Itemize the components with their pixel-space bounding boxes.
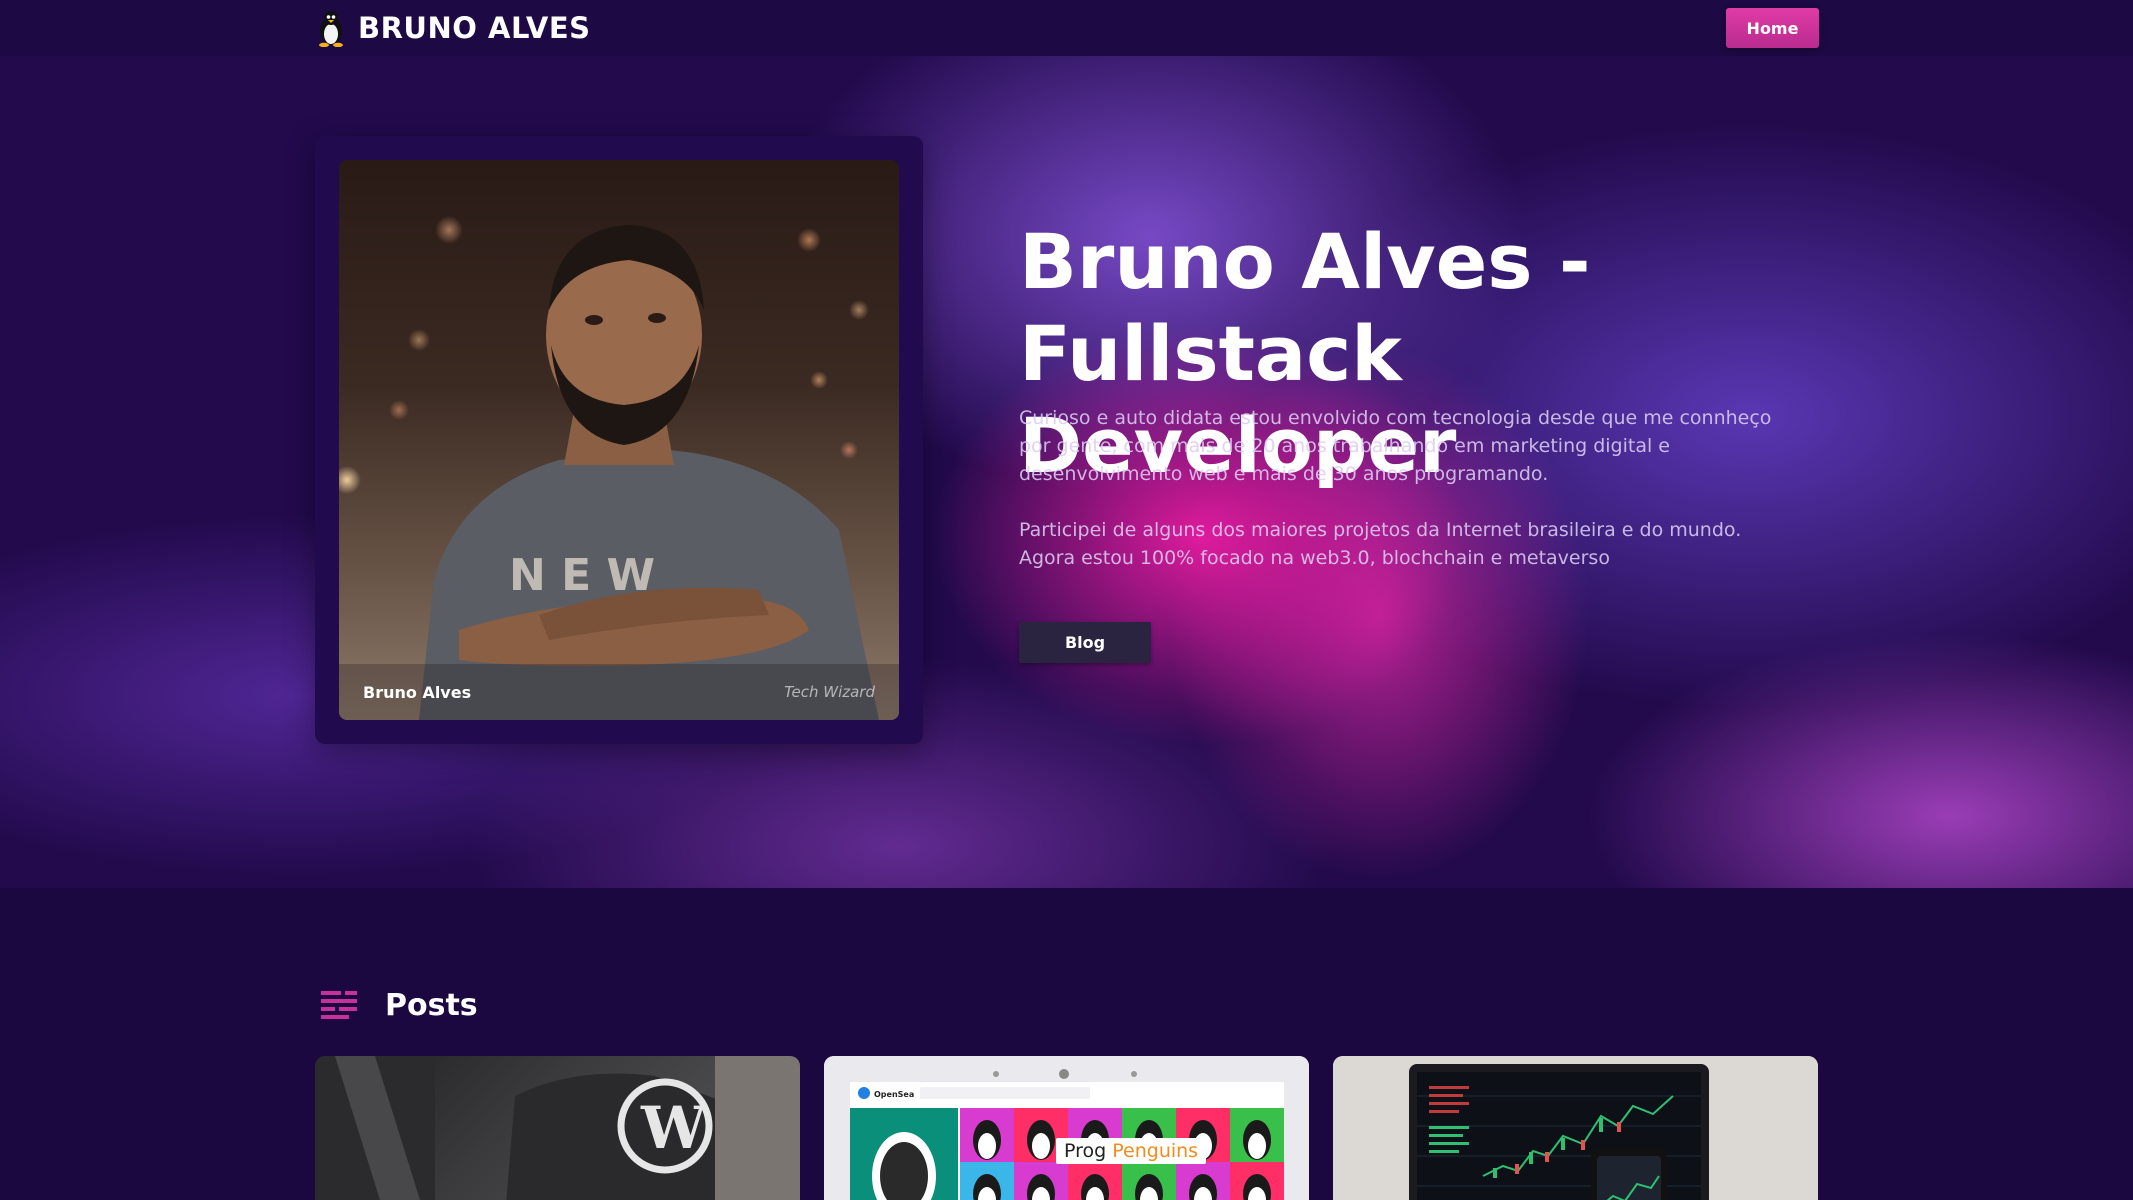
profile-role: Tech Wizard (784, 683, 875, 701)
penguin-icon (319, 11, 343, 47)
brand-link[interactable]: BRUNO ALVES (314, 8, 591, 48)
penguins-text: Penguins (1112, 1140, 1199, 1162)
person-illustration: N E W (419, 225, 879, 720)
profile-photo: N E W Bruno Alves Tech Wizard (339, 160, 899, 720)
post-card-trading[interactable] (1333, 1056, 1818, 1200)
svg-text:N E W: N E W (509, 550, 655, 601)
opensea-prog-penguins-thumbnail: OpenSea (824, 1056, 1309, 1200)
hero-focus-paragraph: Participei de alguns dos maiores projeto… (1019, 519, 1742, 569)
prog-text: Prog (1064, 1140, 1107, 1162)
home-button[interactable]: Home (1726, 8, 1819, 48)
hero-section: N E W Bruno Alves Tech Wizard Bruno Alve… (0, 56, 2133, 888)
profile-card: N E W Bruno Alves Tech Wizard (315, 136, 923, 744)
post-card-wordpress[interactable]: W (315, 1056, 800, 1200)
post-card-prog-penguins[interactable]: OpenSea Prog Penguins (824, 1056, 1309, 1200)
svg-text:W: W (640, 1094, 707, 1162)
hero-intro-paragraph: Curioso e auto didata estou envolvido co… (1019, 407, 1772, 485)
list-lines-icon (321, 991, 357, 1019)
top-navbar: BRUNO ALVES Home (0, 0, 2133, 56)
prog-penguins-label: Prog Penguins (1056, 1138, 1207, 1164)
opensea-site-name: OpenSea (874, 1090, 914, 1099)
profile-name: Bruno Alves (363, 682, 472, 702)
wordpress-shirt-thumbnail: W (315, 1056, 800, 1200)
posts-title: Posts (385, 987, 478, 1023)
photo-caption: Bruno Alves Tech Wizard (339, 664, 899, 720)
blog-button[interactable]: Blog (1019, 622, 1151, 663)
trading-laptop-thumbnail (1333, 1056, 1818, 1200)
posts-header: Posts (319, 980, 478, 1030)
brand-name: BRUNO ALVES (358, 11, 591, 45)
